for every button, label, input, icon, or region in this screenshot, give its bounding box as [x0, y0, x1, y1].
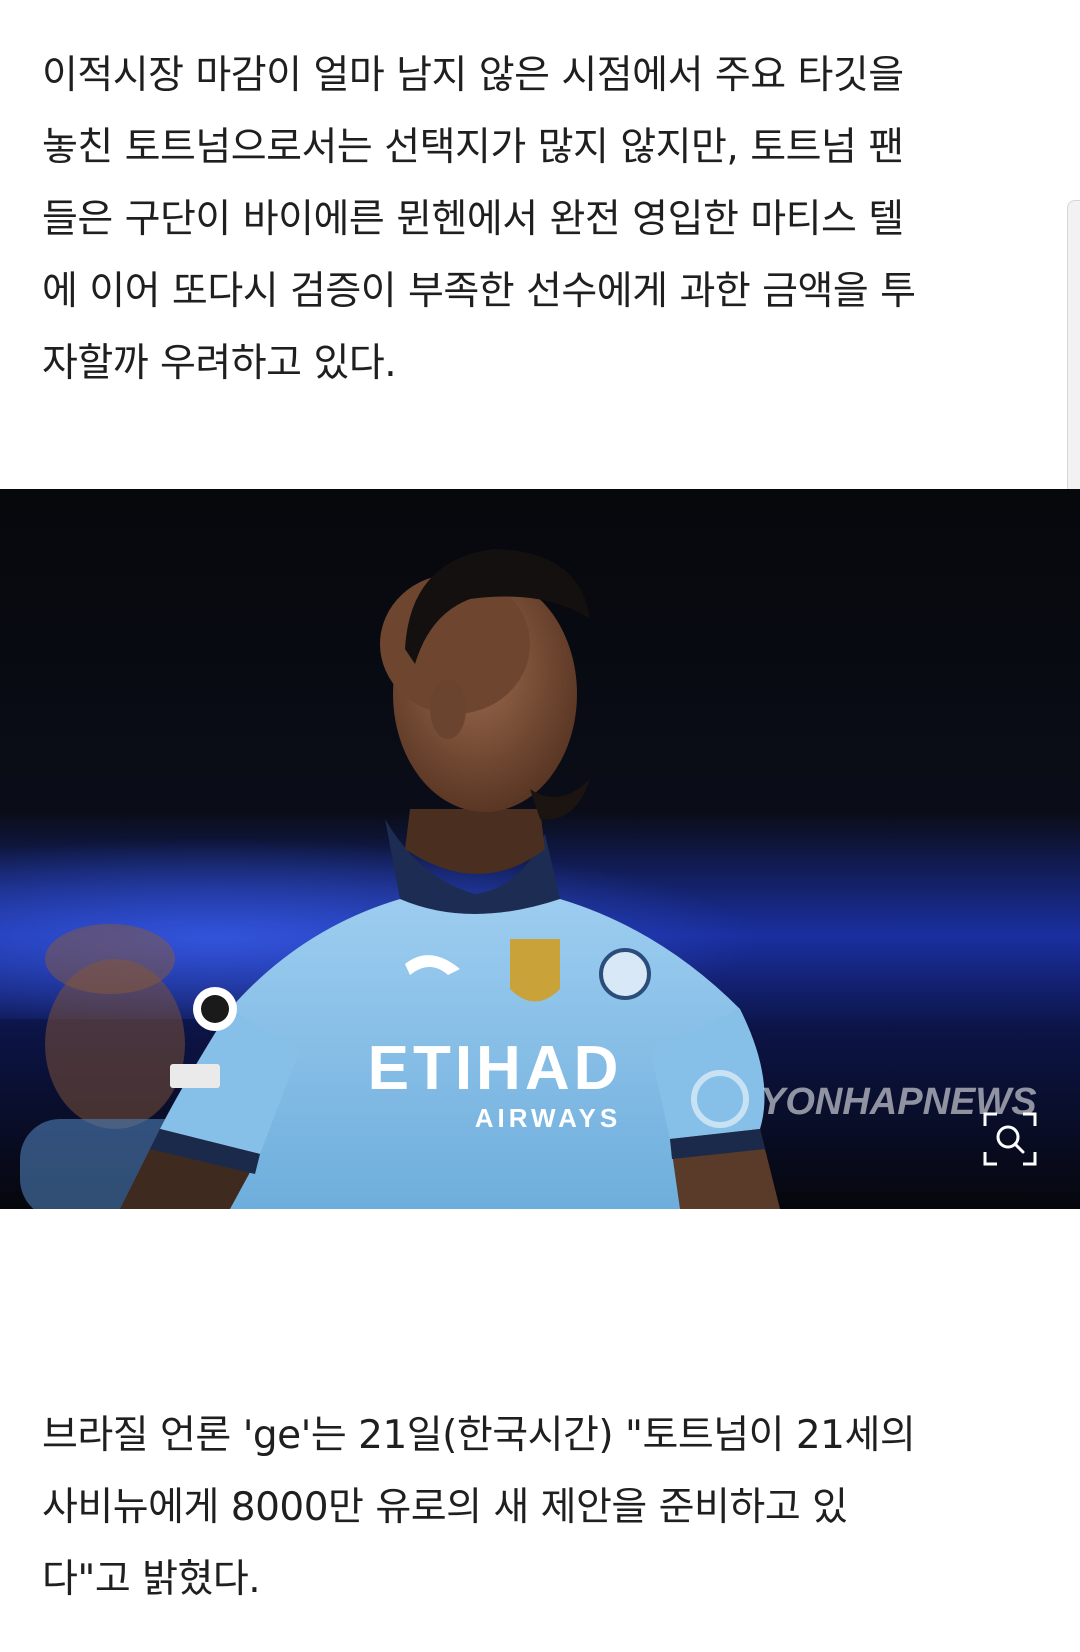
jersey-sponsor-text: ETIHAD — [368, 1034, 623, 1103]
paragraph-line: 놓친 토트넘으로서는 선택지가 많지 않지만, 토트넘 팬 — [42, 125, 904, 170]
paragraph-line: 다"고 밝혔다. — [42, 1557, 261, 1602]
paragraph-line: 브라질 언론 'ge'는 21일(한국시간) "토트넘이 21세의 — [42, 1413, 916, 1458]
paragraph-line: 들은 구단이 바이에른 뮌헨에서 완전 영입한 마티스 텔 — [42, 197, 904, 242]
article-paragraph: 이적시장 마감이 얼마 남지 않은 시점에서 주요 타깃을 놓친 토트넘으로서는… — [42, 40, 1032, 400]
jersey-sponsor-sub-text: AIRWAYS — [475, 1103, 622, 1133]
article-paragraph: 브라질 언론 'ge'는 21일(한국시간) "토트넘이 21세의 사비뉴에게 … — [42, 1400, 1032, 1616]
paragraph-line: 사비뉴에게 8000만 유로의 새 제안을 준비하고 있 — [42, 1485, 848, 1530]
paragraph-line: 자할까 우려하고 있다. — [42, 341, 397, 386]
player-photo-illustration: ETIHAD AIRWAYS YONHAPNEWS — [0, 489, 1080, 1209]
paragraph-line: 이적시장 마감이 얼마 남지 않은 시점에서 주요 타깃을 — [42, 53, 904, 98]
zoom-magnifier-icon — [983, 1112, 1037, 1166]
article-photo[interactable]: ETIHAD AIRWAYS YONHAPNEWS — [0, 489, 1080, 1209]
zoom-button[interactable] — [983, 1112, 1037, 1166]
paragraph-line: 에 이어 또다시 검증이 부족한 선수에게 과한 금액을 투 — [42, 269, 916, 314]
article-page: 이적시장 마감이 얼마 남지 않은 시점에서 주요 타깃을 놓친 토트넘으로서는… — [0, 0, 1080, 1652]
